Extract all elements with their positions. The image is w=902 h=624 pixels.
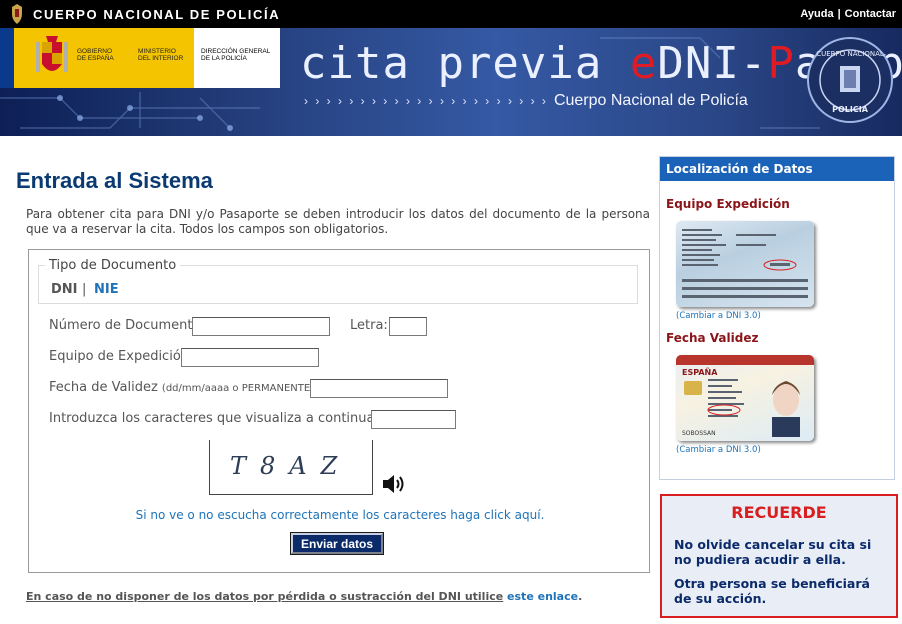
lost-document-note: En caso de no disponer de los datos por … <box>26 590 582 603</box>
ministry-line-2: DEL INTERIOR <box>138 55 184 62</box>
change-dni3-link-2[interactable]: (Cambiar a DNI 3.0) <box>676 445 761 455</box>
validity-input[interactable] <box>310 379 448 398</box>
validity-hint: (dd/mm/aaaa o PERMANENTE) <box>161 383 315 394</box>
equipo-expedicion-label: Equipo Expedición <box>666 197 790 211</box>
links-separator: | <box>837 8 841 20</box>
fecha-validez-label: Fecha Validez <box>666 331 759 345</box>
banner-subtitle: › › › › › › › › › › › › › › › › › › › › … <box>304 92 748 110</box>
ministry-line-1: MINISTERIO <box>138 48 176 55</box>
eu-flag-strip <box>0 28 14 88</box>
banner-title-part1: cita previa <box>300 38 630 89</box>
letter-input[interactable] <box>389 317 427 336</box>
dni-back-image <box>676 221 814 307</box>
data-location-panel: Localización de Datos Equipo Expedición … <box>659 156 895 480</box>
coat-of-arms-icon <box>36 36 68 72</box>
doc-type-separator: | <box>82 282 87 297</box>
captcha-characters: T8AZ <box>230 452 352 480</box>
reminder-box: RECUERDE No olvide cancelar su cita si n… <box>660 494 898 618</box>
change-dni3-link-1[interactable]: (Cambiar a DNI 3.0) <box>676 311 761 321</box>
banner-title-e: e <box>629 38 658 89</box>
lost-document-text: En caso de no disponer de los datos por … <box>26 590 504 603</box>
data-location-header: Localización de Datos <box>660 157 894 181</box>
top-bar: CUERPO NACIONAL DE POLICÍA Ayuda | Contact… <box>0 0 902 28</box>
header-banner: GOBIERNO DE ESPAÑA MINISTERIO DEL INTERI… <box>0 28 902 136</box>
gov-text: GOBIERNO DE ESPAÑA <box>77 48 114 62</box>
police-badge-icon: CUERPO NACIONAL POLICIA <box>807 37 893 123</box>
login-form: Tipo de Documento DNI | NIE Número de Do… <box>28 249 650 573</box>
top-links: Ayuda | Contactar <box>800 8 896 20</box>
gov-line-2: DE ESPAÑA <box>77 55 114 62</box>
document-type-fieldset: Tipo de Documento DNI | NIE <box>38 258 638 304</box>
doc-type-dni[interactable]: DNI <box>51 282 78 297</box>
intro-text: Para obtener cita para DNI y/o Pasaporte… <box>26 207 650 236</box>
badge-text-bottom: POLICIA <box>832 105 869 114</box>
captcha-label: Introduzca los caracteres que visualiza … <box>49 411 406 426</box>
government-logo-block: GOBIERNO DE ESPAÑA MINISTERIO DEL INTERI… <box>0 28 280 88</box>
gov-line-1: GOBIERNO <box>77 48 113 55</box>
reminder-text-1: No olvide cancelar su cita si no pudiera… <box>674 537 872 567</box>
dni-back-graphic <box>682 229 808 298</box>
card2-country: ESPAÑA <box>682 367 718 377</box>
alternative-link[interactable]: este enlace <box>507 590 578 603</box>
banner-title-part2: DNI- <box>657 38 768 89</box>
doc-number-label: Número de Documento: <box>49 318 205 333</box>
doc-number-input[interactable] <box>192 317 330 336</box>
contact-link[interactable]: Contactar <box>845 8 896 20</box>
direction-line-1: DIRECCIÓN GENERAL <box>201 48 271 55</box>
note-end: . <box>578 590 583 603</box>
dni-front-image: ESPAÑA SOBOSSAN <box>676 355 814 441</box>
ministry-text: MINISTERIO DEL INTERIOR <box>138 48 183 62</box>
banner-subtitle-text: Cuerpo Nacional de Policía <box>553 92 748 109</box>
team-input[interactable] <box>181 348 319 367</box>
validity-label-text: Fecha de Validez <box>49 380 158 395</box>
org-name: CUERPO NACIONAL DE POLICÍA <box>33 7 281 22</box>
audio-speaker-icon[interactable] <box>380 472 408 496</box>
submit-button[interactable]: Enviar datos <box>290 532 384 555</box>
direction-text: DIRECCIÓN GENERAL DE LA POLICÍA <box>201 48 270 62</box>
help-link[interactable]: Ayuda <box>800 8 833 20</box>
captcha-help-link[interactable]: Si no ve o no escucha correctamente los … <box>29 508 651 522</box>
reminder-title: RECUERDE <box>731 503 827 522</box>
banner-title-p: P <box>767 38 795 89</box>
team-label: Equipo de Expedición: <box>49 349 194 364</box>
badge-text-top: CUERPO NACIONAL <box>816 50 884 58</box>
card2-surname: SOBOSSAN <box>682 430 716 437</box>
dni-front-graphic: ESPAÑA SOBOSSAN <box>676 355 814 437</box>
captcha-image: T8AZ <box>209 440 373 495</box>
validity-label: Fecha de Validez (dd/mm/aaaa o PERMANENT… <box>49 380 319 395</box>
letter-label: Letra: <box>350 318 388 333</box>
direction-line-2: DE LA POLICÍA <box>201 55 247 62</box>
captcha-input[interactable] <box>371 410 456 429</box>
police-crest-icon <box>12 4 22 24</box>
banner-arrows: › › › › › › › › › › › › › › › › › › › › … <box>304 94 548 108</box>
document-type-legend: Tipo de Documento <box>45 258 181 273</box>
page-title: Entrada al Sistema <box>16 168 213 193</box>
doc-type-nie-link[interactable]: NIE <box>94 282 119 297</box>
reminder-text-2: Otra persona se beneficiará de su acción… <box>674 576 870 606</box>
